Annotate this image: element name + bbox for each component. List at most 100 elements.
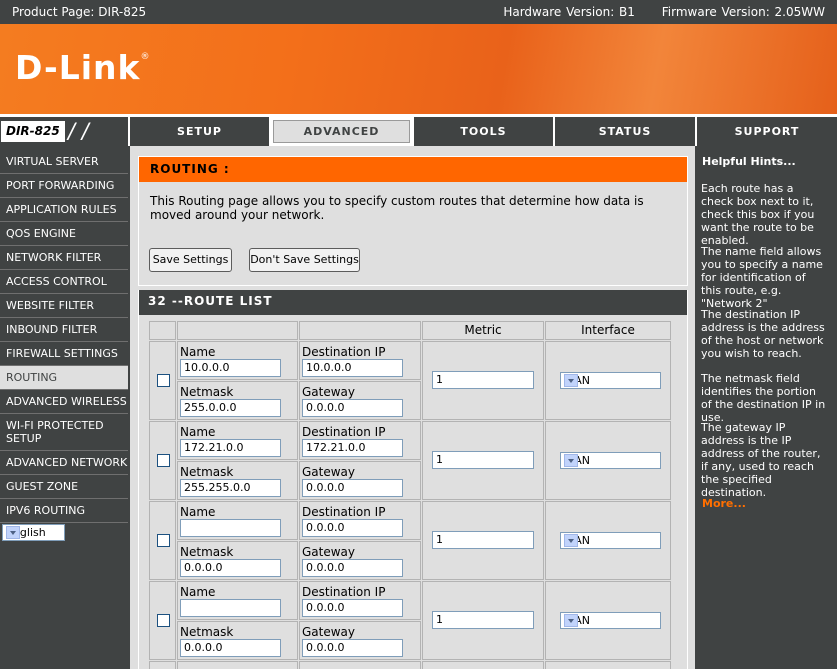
top-info-bar: Product Page: DIR-825 Hardware Version: … <box>0 0 837 24</box>
netmask-label: Netmask <box>180 465 234 479</box>
table-header-cell <box>149 321 176 340</box>
tab-advanced[interactable]: ADVANCED <box>269 117 412 146</box>
tab-tools[interactable]: TOOLS <box>412 117 553 146</box>
sidebar-item-qos-engine[interactable]: QOS ENGINE <box>0 222 128 246</box>
netmask-input[interactable]: 255.0.0.0 <box>180 399 281 417</box>
destination-ip-input[interactable]: 0.0.0.0 <box>302 599 403 617</box>
version-info: Hardware Version: B1 Firmware Version: 2… <box>481 5 825 19</box>
more-hints-link[interactable]: More... <box>702 497 746 510</box>
chevron-down-icon <box>6 526 20 539</box>
chevron-down-icon <box>564 374 578 387</box>
destination-ip-label: Destination IP <box>302 345 386 359</box>
sidebar-item-guest-zone[interactable]: GUEST ZONE <box>0 475 128 499</box>
dlink-logo: D-Link® <box>15 48 151 87</box>
name-label: Name <box>180 345 216 359</box>
dont-save-settings-button[interactable]: Don't Save Settings <box>249 248 360 272</box>
product-page-label: Product Page: DIR-825 <box>12 5 147 19</box>
hint-paragraph: Each route has a check box next to it, c… <box>701 182 815 247</box>
netmask-label: Netmask <box>180 545 234 559</box>
routing-title: ROUTING : <box>139 157 687 182</box>
sidebar-item-advanced-wireless[interactable]: ADVANCED WIRELESS <box>0 390 128 414</box>
destination-ip-label: Destination IP <box>302 585 386 599</box>
gateway-label: Gateway <box>302 545 356 559</box>
interface-column-header: Interface <box>581 323 635 337</box>
netmask-input[interactable]: 0.0.0.0 <box>180 559 281 577</box>
sidebar-item-network-filter[interactable]: NETWORK FILTER <box>0 246 128 270</box>
metric-input[interactable]: 1 <box>432 531 534 549</box>
interface-select[interactable]: WAN <box>560 372 661 389</box>
sidebar-item-advanced-network[interactable]: ADVANCED NETWORK <box>0 451 128 475</box>
hint-paragraph: The netmask field identifies the portion… <box>701 372 826 424</box>
sidebar-item-firewall-settings[interactable]: FIREWALL SETTINGS <box>0 342 128 366</box>
gateway-input[interactable]: 0.0.0.0 <box>302 559 403 577</box>
chevron-down-icon <box>564 454 578 467</box>
destination-ip-input[interactable]: 172.21.0.0 <box>302 439 403 457</box>
netmask-label: Netmask <box>180 625 234 639</box>
route-enable-checkbox[interactable] <box>157 614 170 627</box>
route-enable-checkbox[interactable] <box>157 454 170 467</box>
hints-title: Helpful Hints... <box>702 155 796 168</box>
gateway-label: Gateway <box>302 625 356 639</box>
chevron-down-icon <box>564 534 578 547</box>
gateway-input[interactable]: 0.0.0.0 <box>302 639 403 657</box>
route-name-input[interactable] <box>180 519 281 537</box>
tab-status[interactable]: STATUS <box>553 117 695 146</box>
sidebar-item-virtual-server[interactable]: VIRTUAL SERVER <box>0 150 128 174</box>
metric-input[interactable]: 1 <box>432 611 534 629</box>
save-settings-button[interactable]: Save Settings <box>149 248 232 272</box>
metric-input[interactable]: 1 <box>432 371 534 389</box>
interface-cell <box>545 661 671 669</box>
gateway-label: Gateway <box>302 385 356 399</box>
sidebar-item-port-forwarding[interactable]: PORT FORWARDING <box>0 174 128 198</box>
metric-column-header: Metric <box>464 323 502 337</box>
sidebar-item-access-control[interactable]: ACCESS CONTROL <box>0 270 128 294</box>
name-cell <box>177 661 298 669</box>
hardware-version-label: Hardware Version: B1 <box>503 5 635 19</box>
interface-select[interactable]: WAN <box>560 612 661 629</box>
destination-ip-input[interactable]: 0.0.0.0 <box>302 519 403 537</box>
sidebar-item-wifi-protected-setup[interactable]: WI-FI PROTECTED SETUP <box>0 414 128 451</box>
netmask-label: Netmask <box>180 385 234 399</box>
sidebar-item-website-filter[interactable]: WEBSITE FILTER <box>0 294 128 318</box>
hint-paragraph: The gateway IP address is the IP address… <box>701 421 821 499</box>
metric-input[interactable]: 1 <box>432 451 534 469</box>
chevron-down-icon <box>564 614 578 627</box>
model-label: DIR-825 <box>1 121 65 142</box>
name-label: Name <box>180 505 216 519</box>
name-label: Name <box>180 585 216 599</box>
destination-ip-label: Destination IP <box>302 505 386 519</box>
netmask-input[interactable]: 0.0.0.0 <box>180 639 281 657</box>
model-badge: DIR-825 / / <box>0 117 128 146</box>
routing-description: This Routing page allows you to specify … <box>150 194 644 222</box>
destination-cell <box>299 661 421 669</box>
route-list-title: 32 --ROUTE LIST <box>139 290 687 315</box>
hint-paragraph: The destination IP address is the addres… <box>701 308 825 360</box>
sidebar-item-routing[interactable]: ROUTING <box>0 366 128 390</box>
interface-select[interactable]: WAN <box>560 532 661 549</box>
gateway-input[interactable]: 0.0.0.0 <box>302 479 403 497</box>
sidebar-item-inbound-filter[interactable]: INBOUND FILTER <box>0 318 128 342</box>
slash-decoration: / / <box>68 119 89 143</box>
route-enable-checkbox[interactable] <box>157 374 170 387</box>
language-select[interactable]: English <box>2 524 65 541</box>
route-name-input[interactable]: 10.0.0.0 <box>180 359 281 377</box>
interface-select[interactable]: WAN <box>560 452 661 469</box>
sidebar: VIRTUAL SERVER PORT FORWARDING APPLICATI… <box>0 146 130 669</box>
sidebar-item-ipv6-routing[interactable]: IPV6 ROUTING <box>0 499 128 523</box>
tab-setup[interactable]: SETUP <box>128 117 269 146</box>
destination-ip-label: Destination IP <box>302 425 386 439</box>
gateway-label: Gateway <box>302 465 356 479</box>
route-enable-checkbox[interactable] <box>157 534 170 547</box>
gateway-input[interactable]: 0.0.0.0 <box>302 399 403 417</box>
firmware-version-label: Firmware Version: 2.05WW <box>661 5 825 19</box>
table-header-cell <box>177 321 298 340</box>
route-name-input[interactable]: 172.21.0.0 <box>180 439 281 457</box>
table-header-cell <box>299 321 421 340</box>
metric-cell <box>422 661 544 669</box>
destination-ip-input[interactable]: 10.0.0.0 <box>302 359 403 377</box>
tab-support[interactable]: SUPPORT <box>695 117 837 146</box>
route-name-input[interactable] <box>180 599 281 617</box>
netmask-input[interactable]: 255.255.0.0 <box>180 479 281 497</box>
name-label: Name <box>180 425 216 439</box>
sidebar-item-application-rules[interactable]: APPLICATION RULES <box>0 198 128 222</box>
